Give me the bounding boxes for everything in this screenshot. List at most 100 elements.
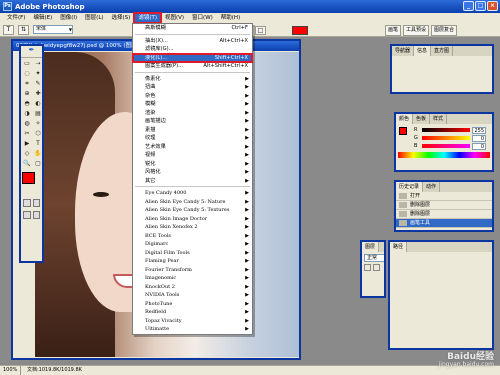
filter-menu-item[interactable]: Alien Skin Xenofex 2 ▶ — [133, 223, 252, 232]
slider-red-track[interactable] — [422, 128, 470, 132]
menu-window[interactable]: 窗口(W) — [188, 13, 217, 23]
filter-menu-item[interactable]: 纹理 ▶ — [133, 134, 252, 143]
filter-menu-item[interactable]: 抽出(X)... Alt+Ctrl+X — [133, 37, 252, 46]
brush-tool-icon[interactable]: ✚ — [33, 89, 43, 98]
filter-menu-item[interactable]: Flaming Pear ▶ — [133, 257, 252, 266]
foreground-color-swatch[interactable] — [22, 172, 35, 184]
slider-blue-track[interactable] — [422, 144, 470, 148]
filter-menu-item[interactable]: 素描 ▶ — [133, 126, 252, 135]
slider-red[interactable]: R 255 — [414, 126, 490, 134]
dodge-tool-icon[interactable]: ✧ — [33, 119, 43, 128]
color-chip[interactable] — [399, 127, 407, 135]
slider-green-value[interactable]: 0 — [472, 134, 486, 142]
tab-styles[interactable]: 样式 — [430, 114, 448, 124]
lasso-tool-icon[interactable]: ◌ — [22, 69, 32, 78]
slider-green[interactable]: G 0 — [414, 134, 490, 142]
menu-layer[interactable]: 图层(L) — [81, 13, 107, 23]
history-row[interactable]: 画笔工具 — [396, 219, 492, 228]
minimize-button[interactable]: _ — [463, 1, 474, 11]
tab-layers[interactable]: 图层 — [362, 242, 380, 252]
standard-mode-icon[interactable] — [23, 199, 31, 207]
color-spectrum[interactable] — [398, 152, 490, 158]
menu-view[interactable]: 视图(V) — [161, 13, 188, 23]
zoom-tool-icon[interactable]: 🔍 — [22, 159, 32, 168]
filter-menu-item[interactable]: 像素化 ▶ — [133, 75, 252, 84]
filter-menu-item[interactable]: 渲染 ▶ — [133, 109, 252, 118]
notes-tool-icon[interactable]: ▢ — [33, 159, 43, 168]
slider-red-value[interactable]: 255 — [472, 126, 486, 134]
filter-menu-item[interactable]: 图案生成器(P)... Alt+Shift+Ctrl+X — [133, 62, 252, 71]
filter-menu-item[interactable]: BCE Tools ▶ — [133, 232, 252, 241]
filter-menu-item[interactable]: Alien Skin Eye Candy 5: Textures ▶ — [133, 206, 252, 215]
lock-paint-icon[interactable] — [373, 264, 380, 271]
filter-menu-item[interactable]: Fourier Transform ▶ — [133, 266, 252, 275]
menu-file[interactable]: 文件(F) — [3, 13, 29, 23]
magic-wand-tool-icon[interactable]: ✦ — [33, 69, 43, 78]
filter-menu-item[interactable]: Alien Skin Image Doctor ▶ — [133, 215, 252, 224]
filter-menu-item[interactable]: 液化(L)... Shift+Ctrl+X — [132, 52, 253, 63]
menu-edit[interactable]: 编辑(E) — [29, 13, 56, 23]
filter-menu-item[interactable]: Digimarc ▶ — [133, 240, 252, 249]
history-row[interactable]: 删除图层 — [396, 210, 492, 219]
filter-menu-item[interactable]: Ultimatte ▶ — [133, 325, 252, 334]
zoom-level[interactable]: 100% — [3, 366, 21, 375]
filter-menu-item[interactable]: Imagenomic ▶ — [133, 274, 252, 283]
filter-menu-item[interactable]: KnockOut 2 ▶ — [133, 283, 252, 292]
type-tool-icon[interactable]: T — [33, 139, 43, 148]
filter-menu-item[interactable]: 锐化 ▶ — [133, 160, 252, 169]
filter-menu-item[interactable]: Redfield ▶ — [133, 308, 252, 317]
menu-filter[interactable]: 滤镜(T) — [133, 12, 162, 24]
filter-menu-item[interactable]: Alien Skin Eye Candy 5: Nature ▶ — [133, 198, 252, 207]
palette-tab-layer-comps[interactable]: 图层复合 — [431, 25, 458, 36]
blur-tool-icon[interactable]: ◍ — [22, 119, 32, 128]
filter-menu-item[interactable]: 杂色 ▶ — [133, 92, 252, 101]
filter-menu-item[interactable]: 高斯模糊 Ctrl+F — [133, 24, 252, 33]
tab-swatches[interactable]: 色板 — [413, 114, 431, 124]
tab-histogram[interactable]: 直方图 — [431, 46, 454, 56]
history-brush-tool-icon[interactable]: ◐ — [33, 99, 43, 108]
filter-menu-item[interactable]: Digital Film Tools ▶ — [133, 249, 252, 258]
tab-info[interactable]: 信息 — [414, 46, 432, 56]
crop-tool-icon[interactable]: ⌗ — [22, 79, 32, 88]
type-tool-icon[interactable]: T — [3, 24, 14, 35]
filter-menu-item[interactable]: NVIDIA Tools ▶ — [133, 291, 252, 300]
blend-mode-select[interactable]: 正常 — [364, 254, 384, 262]
font-family-select[interactable]: 宋体 ▼ — [33, 25, 73, 34]
filter-menu-item[interactable]: 艺术效果 ▶ — [133, 143, 252, 152]
tab-actions[interactable]: 动作 — [423, 182, 441, 192]
palette-tab-tool-presets[interactable]: 工具预设 — [403, 25, 430, 36]
gradient-tool-icon[interactable]: ▤ — [33, 109, 43, 118]
screen-mode-full-icon[interactable] — [32, 211, 40, 219]
menu-select[interactable]: 选择(S) — [108, 13, 135, 23]
filter-menu-item[interactable]: PhotoTune ▶ — [133, 300, 252, 309]
maximize-button[interactable]: □ — [475, 1, 486, 11]
shape-tool-icon[interactable]: ◇ — [22, 149, 32, 158]
healing-tool-icon[interactable]: ⊕ — [22, 89, 32, 98]
move-tool-icon[interactable]: ⇢ — [33, 59, 43, 68]
screen-mode-standard-icon[interactable] — [23, 211, 31, 219]
filter-menu-item[interactable]: Eye Candy 4000 ▶ — [133, 189, 252, 198]
text-orientation-icon[interactable]: ⇅ — [18, 24, 29, 35]
text-color-swatch[interactable] — [292, 26, 308, 35]
filter-menu-item[interactable]: 模糊 ▶ — [133, 100, 252, 109]
tab-history[interactable]: 历史记录 — [396, 182, 424, 192]
filter-menu-item[interactable]: 滤镜库(G)... — [133, 45, 252, 54]
text-color-button[interactable]: □ — [255, 26, 266, 35]
tab-navigator[interactable]: 导航器 — [392, 46, 415, 56]
filter-menu-item[interactable]: 画笔描边 ▶ — [133, 117, 252, 126]
stamp-tool-icon[interactable]: ◓ — [22, 99, 32, 108]
filter-menu-item[interactable]: 扭曲 ▶ — [133, 83, 252, 92]
history-row[interactable]: 打开 — [396, 192, 492, 201]
eraser-tool-icon[interactable]: ◑ — [22, 109, 32, 118]
hand-tool-icon[interactable]: ✋ — [33, 149, 43, 158]
lock-transparency-icon[interactable] — [364, 264, 371, 271]
filter-menu-item[interactable]: Topaz Vivacity ▶ — [133, 317, 252, 326]
quick-mask-icon[interactable] — [32, 199, 40, 207]
close-button[interactable]: × — [487, 1, 498, 11]
slider-blue-value[interactable]: 0 — [472, 142, 486, 150]
menu-help[interactable]: 帮助(H) — [217, 13, 244, 23]
marquee-tool-icon[interactable]: ▭ — [22, 59, 32, 68]
slider-green-track[interactable] — [422, 136, 470, 140]
slider-blue[interactable]: B 0 — [414, 142, 490, 150]
pen-tool-icon[interactable]: ⬡ — [33, 129, 43, 138]
